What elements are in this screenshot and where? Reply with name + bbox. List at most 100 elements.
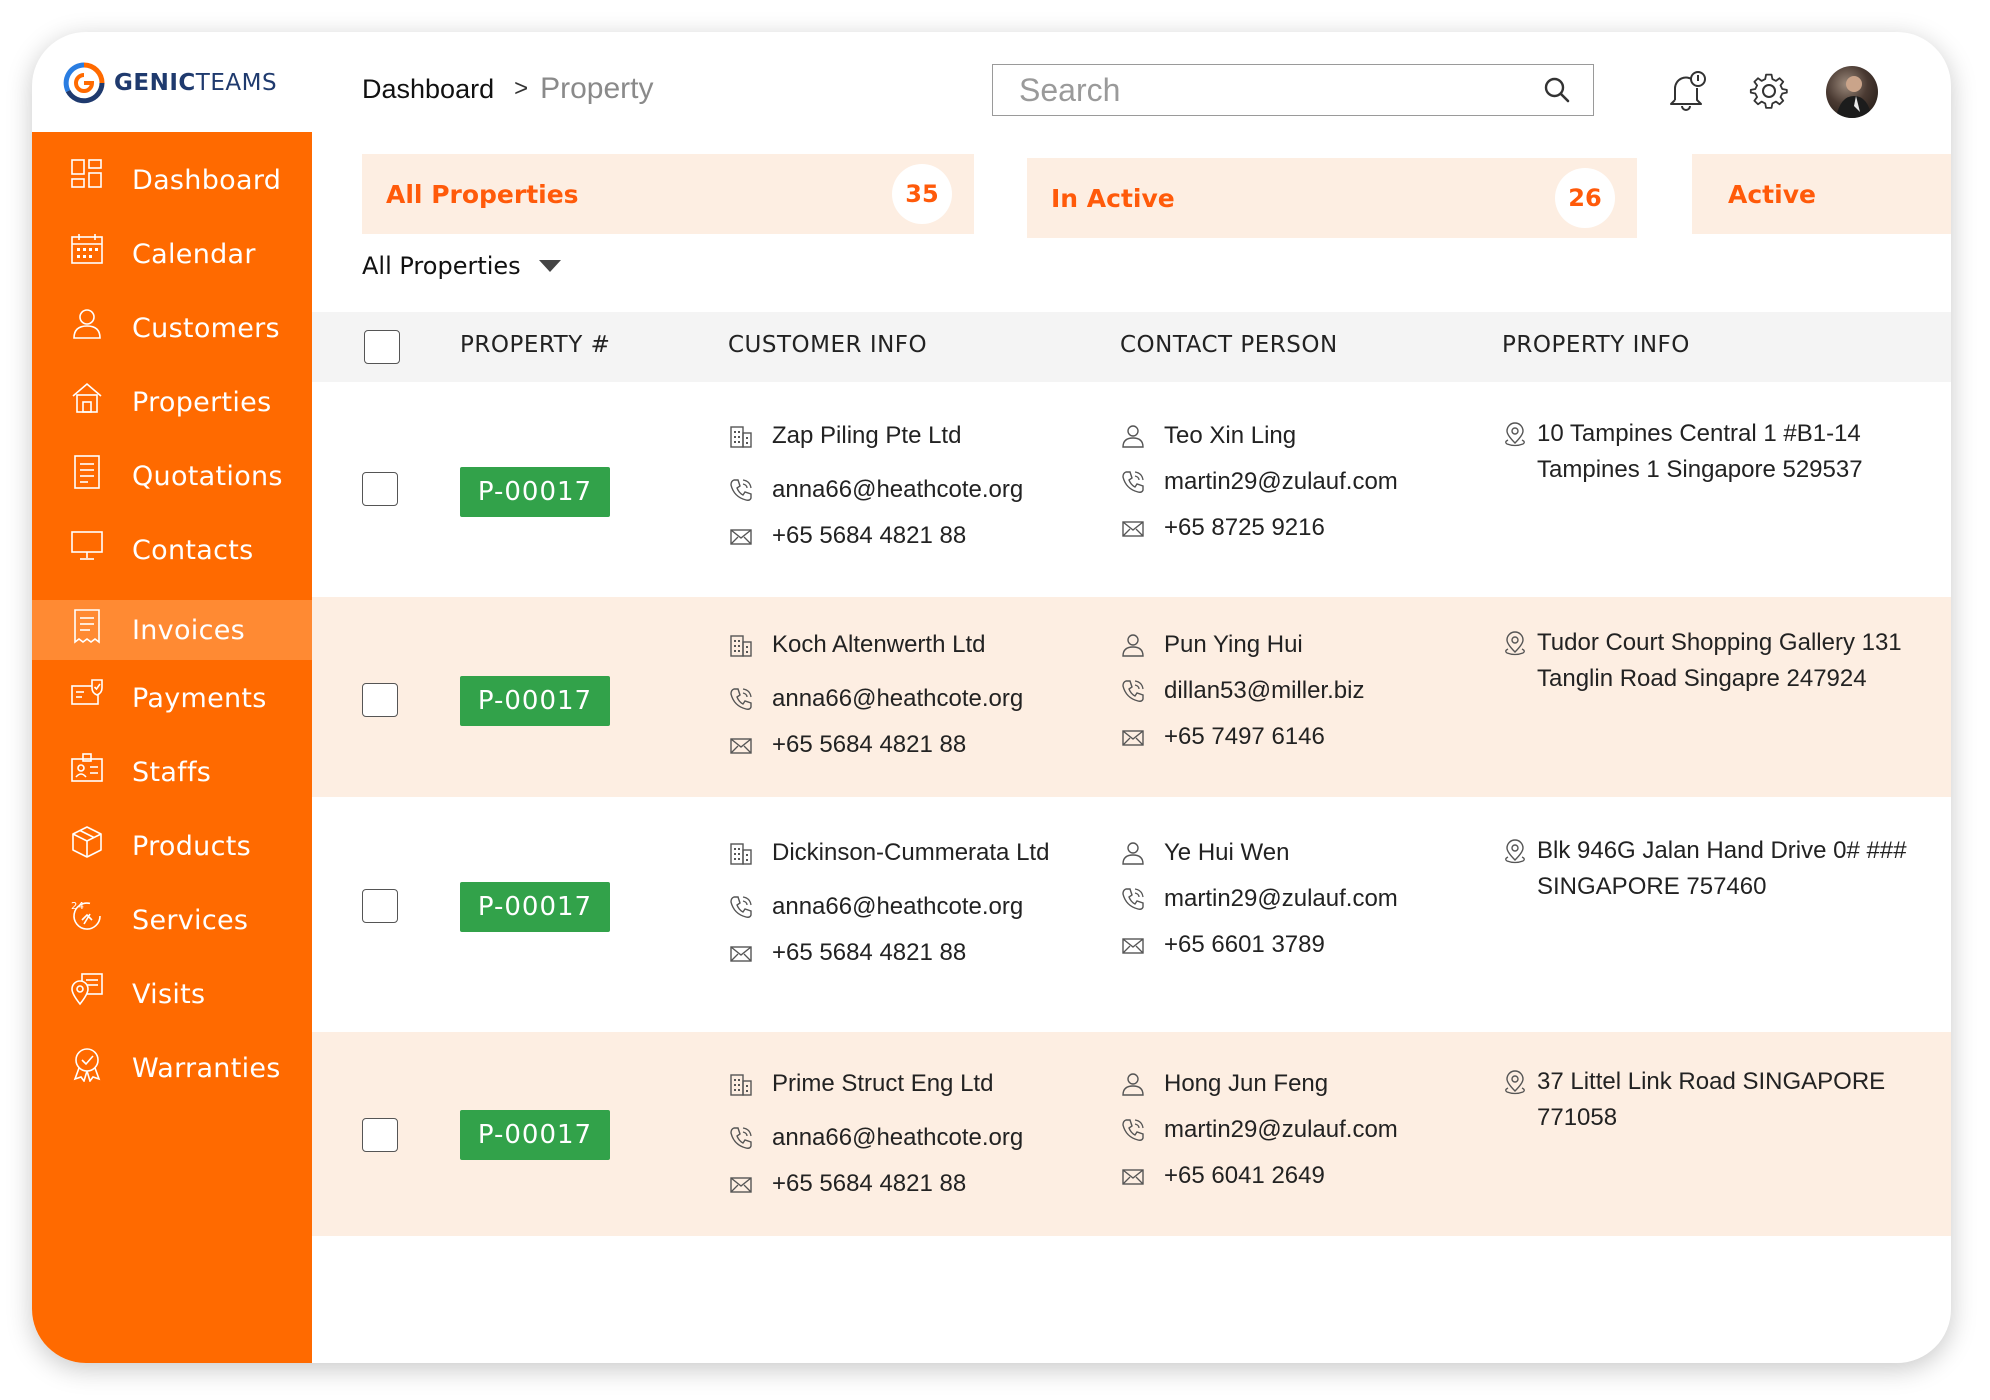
document-icon xyxy=(74,455,100,489)
tab-active[interactable]: Active xyxy=(1692,154,1951,234)
phone-icon xyxy=(1122,680,1144,702)
sidebar-item-products[interactable]: Products xyxy=(32,816,312,876)
settings-gear-icon[interactable] xyxy=(1746,68,1792,114)
phone-icon xyxy=(730,1127,752,1149)
search-icon[interactable] xyxy=(1543,76,1571,104)
id-card-icon xyxy=(71,753,103,782)
table-row[interactable]: P-00017 Dickinson-Cummerata Ltd anna66@h… xyxy=(312,797,1951,1032)
building-icon xyxy=(730,843,752,865)
envelope-icon xyxy=(730,529,752,545)
contact-email: martin29@zulauf.com xyxy=(1120,468,1398,496)
user-avatar[interactable] xyxy=(1826,66,1878,118)
table-header: PROPERTY # CUSTOMER INFO CONTACT PERSON … xyxy=(312,312,1951,382)
customer-email: anna66@heathcote.org xyxy=(728,476,1023,504)
phone-icon xyxy=(730,479,752,501)
app-window: GENICTEAMS Dashboard > Property Dashboar… xyxy=(32,32,1951,1363)
row-checkbox[interactable] xyxy=(362,1118,398,1152)
row-checkbox[interactable] xyxy=(362,889,398,923)
brand-logo[interactable]: GENICTEAMS xyxy=(62,60,292,106)
property-id-badge[interactable]: P-00017 xyxy=(460,676,610,726)
person-icon xyxy=(1122,842,1144,865)
contact-name: Teo Xin Ling xyxy=(1120,422,1296,450)
person-icon xyxy=(1122,425,1144,448)
property-id-badge[interactable]: P-00017 xyxy=(460,1110,610,1160)
sidebar-item-dashboard[interactable]: Dashboard xyxy=(32,150,312,210)
tab-count-badge: 26 xyxy=(1555,168,1615,228)
sidebar-item-customers[interactable]: Customers xyxy=(32,298,312,358)
sidebar-item-services[interactable]: 24 Services xyxy=(32,890,312,950)
envelope-icon xyxy=(730,946,752,962)
phone-icon xyxy=(1122,471,1144,493)
sidebar-item-calendar[interactable]: Calendar xyxy=(32,224,312,284)
building-icon xyxy=(730,426,752,448)
customer-email: anna66@heathcote.org xyxy=(728,1124,1023,1152)
contact-email: dillan53@miller.biz xyxy=(1120,677,1364,705)
location-pin-icon xyxy=(1505,422,1525,447)
customer-company: Dickinson-Cummerata Ltd xyxy=(728,839,1049,867)
building-icon xyxy=(730,635,752,657)
header-property[interactable]: PROPERTY # xyxy=(460,332,610,358)
sidebar-item-warranties[interactable]: Warranties xyxy=(32,1038,312,1098)
property-filter-dropdown[interactable]: All Properties xyxy=(362,252,561,280)
envelope-icon xyxy=(730,1177,752,1193)
property-id-badge[interactable]: P-00017 xyxy=(460,467,610,517)
dashboard-icon xyxy=(71,159,102,188)
customer-email: anna66@heathcote.org xyxy=(728,893,1023,921)
property-address: 10 Tampines Central 1 #B1-14 Tampines 1 … xyxy=(1502,416,1922,488)
filter-label: All Properties xyxy=(362,252,521,280)
breadcrumb-separator: > xyxy=(514,75,529,102)
row-checkbox[interactable] xyxy=(362,472,398,506)
tab-in-active[interactable]: In Active 26 xyxy=(1027,158,1637,238)
award-icon xyxy=(73,1048,101,1082)
search-box xyxy=(992,64,1594,116)
envelope-icon xyxy=(1122,730,1144,746)
sidebar-item-staffs[interactable]: Staffs xyxy=(32,742,312,802)
tab-label: All Properties xyxy=(386,179,579,209)
building-icon xyxy=(730,1074,752,1096)
contact-email: martin29@zulauf.com xyxy=(1120,885,1398,913)
property-id-badge[interactable]: P-00017 xyxy=(460,882,610,932)
table-row[interactable]: P-00017 Zap Piling Pte Ltd anna66@heathc… xyxy=(312,382,1951,597)
select-all-checkbox[interactable] xyxy=(364,330,400,364)
phone-icon xyxy=(1122,888,1144,910)
tab-label: In Active xyxy=(1051,183,1175,213)
tab-all-properties[interactable]: All Properties 35 xyxy=(362,154,974,234)
header-property-info[interactable]: PROPERTY INFO xyxy=(1502,332,1690,358)
property-address: Blk 946G Jalan Hand Drive 0# ### SINGAPO… xyxy=(1502,833,1932,905)
sidebar-item-contacts[interactable]: Contacts xyxy=(32,520,312,580)
breadcrumb: Dashboard > Property xyxy=(362,72,654,106)
search-input[interactable] xyxy=(1019,71,1543,109)
contact-phone: +65 6041 2649 xyxy=(1120,1162,1325,1190)
customer-phone: +65 5684 4821 88 xyxy=(728,939,966,967)
sidebar-item-properties[interactable]: Properties xyxy=(32,372,312,432)
location-pin-icon xyxy=(1505,839,1525,864)
breadcrumb-current: Property xyxy=(540,72,654,105)
brand-logo-icon xyxy=(63,62,105,104)
tab-count-badge: 35 xyxy=(892,164,952,224)
sidebar-item-visits[interactable]: Visits xyxy=(32,964,312,1024)
property-address: 37 Littel Link Road SINGAPORE 771058 xyxy=(1502,1064,1922,1136)
phone-icon xyxy=(730,896,752,918)
row-checkbox[interactable] xyxy=(362,683,398,717)
customer-company: Zap Piling Pte Ltd xyxy=(728,422,961,450)
user-icon xyxy=(73,309,101,339)
sidebar-item-quotations[interactable]: Quotations xyxy=(32,446,312,506)
phone-icon xyxy=(730,688,752,710)
customer-phone: +65 5684 4821 88 xyxy=(728,522,966,550)
table-row[interactable]: P-00017 Prime Struct Eng Ltd anna66@heat… xyxy=(312,1032,1951,1236)
sidebar-item-payments[interactable]: Payments xyxy=(32,668,312,728)
envelope-icon xyxy=(1122,1169,1144,1185)
table-row[interactable]: P-00017 Koch Altenwerth Ltd anna66@heath… xyxy=(312,597,1951,797)
customer-phone: +65 5684 4821 88 xyxy=(728,1170,966,1198)
notification-bell-icon[interactable] xyxy=(1664,68,1710,114)
header-customer-info[interactable]: CUSTOMER INFO xyxy=(728,332,927,358)
person-icon xyxy=(1122,1073,1144,1096)
header-contact-person[interactable]: CONTACT PERSON xyxy=(1120,332,1338,358)
envelope-icon xyxy=(1122,938,1144,954)
breadcrumb-dashboard[interactable]: Dashboard xyxy=(362,74,494,105)
sidebar-item-invoices[interactable]: Invoices xyxy=(32,600,312,660)
contact-name: Pun Ying Hui xyxy=(1120,631,1303,659)
receipt-icon xyxy=(74,609,100,644)
house-icon xyxy=(72,382,102,413)
contact-phone: +65 8725 9216 xyxy=(1120,514,1325,542)
